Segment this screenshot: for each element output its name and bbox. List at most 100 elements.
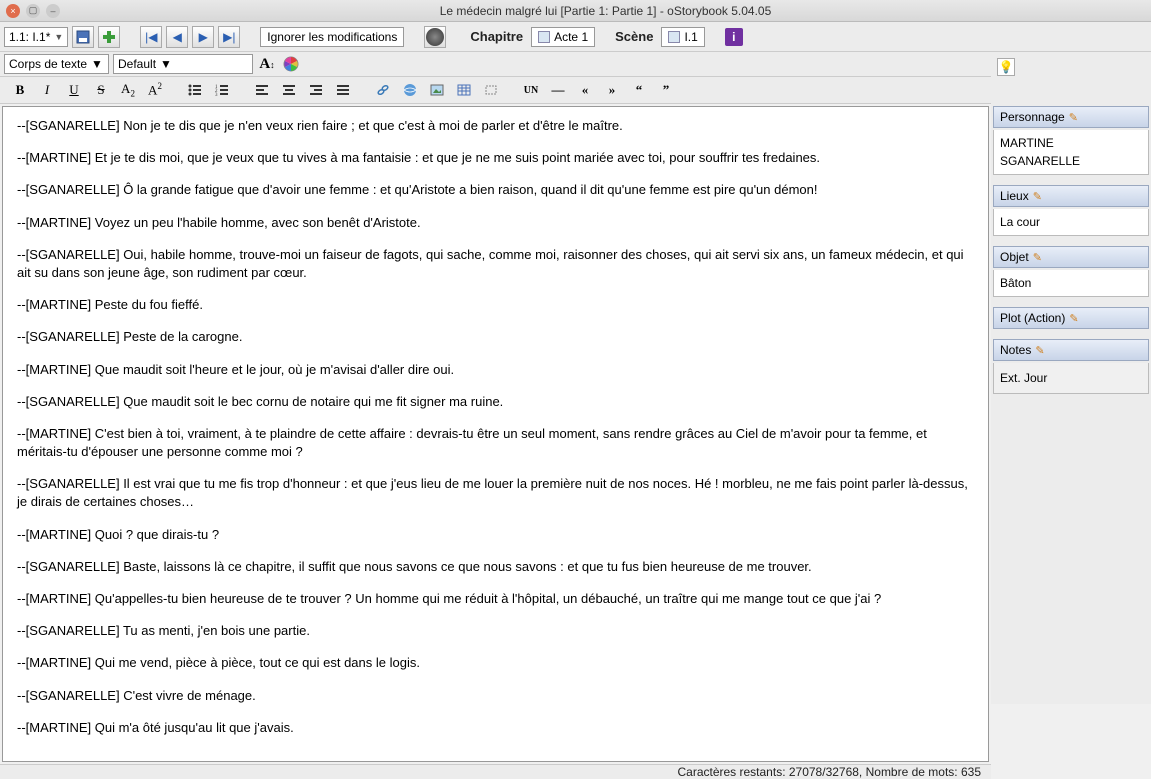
link-icon [376, 83, 390, 97]
objet-panel-body: Bâton [993, 270, 1149, 297]
laquo-button[interactable]: « [573, 79, 597, 101]
nav-prev-button[interactable]: ◀ [166, 26, 188, 48]
save-icon [76, 30, 90, 44]
raquo-icon: » [609, 82, 616, 98]
personnage-item[interactable]: MARTINE [1000, 134, 1142, 152]
info-button[interactable]: i [725, 28, 743, 46]
strike-icon: S [97, 82, 104, 98]
save-button[interactable] [72, 26, 94, 48]
status-bar: Caractères restants: 27078/32768, Nombre… [0, 764, 991, 779]
window-maximize-button[interactable]: ▢ [26, 4, 40, 18]
editor-paragraph: --[SGANARELLE] Tu as menti, j'en bois un… [17, 622, 974, 640]
font-color-button[interactable] [281, 54, 301, 74]
bold-icon: B [16, 82, 25, 98]
lieux-item[interactable]: La cour [1000, 213, 1142, 231]
globe-button[interactable] [424, 26, 446, 48]
chevron-down-icon: ▼ [54, 32, 63, 42]
paragraph-style-selector[interactable]: Corps de texte ▼ [4, 54, 109, 74]
font-size-button[interactable]: A↕ [257, 54, 277, 74]
sidebar: 💡 Personnage ✎ MARTINE SGANARELLE Lieux … [991, 52, 1151, 704]
underline-icon: U [69, 82, 78, 98]
italic-button[interactable]: I [35, 79, 59, 101]
editor-paragraph: --[MARTINE] Que maudit soit l'heure et l… [17, 361, 974, 379]
window-minimize-button[interactable]: – [46, 4, 60, 18]
superscript-button[interactable]: A2 [143, 79, 167, 101]
scene-chip[interactable]: I.1 [661, 27, 704, 47]
subscript-icon: A2 [121, 81, 135, 99]
bullet-list-button[interactable] [183, 79, 207, 101]
editor-paragraph: --[MARTINE] Peste du fou fieffé. [17, 296, 974, 314]
plus-icon [102, 30, 116, 44]
dash-button[interactable]: — [546, 79, 570, 101]
lieux-panel-body: La cour [993, 209, 1149, 236]
svg-text:3: 3 [215, 93, 218, 97]
align-right-icon [309, 83, 323, 97]
external-link-button[interactable] [398, 79, 422, 101]
objet-panel-header[interactable]: Objet ✎ [993, 246, 1149, 268]
main-area: Corps de texte ▼ Default ▼ A↕ B I U S A2… [0, 52, 1151, 704]
chapter-chip[interactable]: Acte 1 [531, 27, 595, 47]
notes-panel-body[interactable]: Ext. Jour [993, 363, 1149, 394]
document-icon [668, 31, 680, 43]
lieux-panel-header[interactable]: Lieux ✎ [993, 185, 1149, 207]
personnage-panel-header[interactable]: Personnage ✎ [993, 106, 1149, 128]
scene-value: I.1 [684, 30, 697, 44]
font-size-icon: A↕ [259, 56, 274, 73]
nav-next-button[interactable]: ▶ [192, 26, 214, 48]
ignore-modifications-button[interactable]: Ignorer les modifications [260, 27, 404, 47]
lieux-title: Lieux [1000, 189, 1029, 203]
ldquo-button[interactable]: “ [627, 79, 651, 101]
bulb-icon: 💡 [999, 60, 1014, 74]
font-family-selector[interactable]: Default ▼ [113, 54, 253, 74]
numbered-list-button[interactable]: 123 [210, 79, 234, 101]
underline-button[interactable]: U [62, 79, 86, 101]
subscript-button[interactable]: A2 [116, 79, 140, 101]
editor-textarea[interactable]: --[SGANARELLE] Non je te dis que je n'en… [3, 107, 988, 761]
editor-paragraph: --[SGANARELLE] Que maudit soit le bec co… [17, 393, 974, 411]
font-family-value: Default [118, 57, 156, 71]
sidebar-top: 💡 [993, 54, 1149, 104]
image-button[interactable] [425, 79, 449, 101]
window-close-button[interactable]: × [6, 4, 20, 18]
align-right-button[interactable] [304, 79, 328, 101]
align-left-button[interactable] [250, 79, 274, 101]
ldquo-icon: “ [636, 82, 643, 98]
editor-paragraph: --[MARTINE] Qu'appelles-tu bien heureuse… [17, 590, 974, 608]
raquo-button[interactable]: » [600, 79, 624, 101]
table-button[interactable] [452, 79, 476, 101]
add-button[interactable] [98, 26, 120, 48]
location-selector[interactable]: 1.1: I.1* ▼ [4, 27, 68, 47]
objet-item[interactable]: Bâton [1000, 274, 1142, 292]
pencil-icon: ✎ [1033, 251, 1042, 264]
rdquo-button[interactable]: ” [654, 79, 678, 101]
location-value: 1.1: I.1* [9, 30, 50, 44]
nav-last-button[interactable]: ▶| [218, 26, 240, 48]
editor-container: --[SGANARELLE] Non je te dis que je n'en… [2, 106, 989, 762]
notes-panel-header[interactable]: Notes ✎ [993, 339, 1149, 361]
link-button[interactable] [371, 79, 395, 101]
nav-first-button[interactable]: |◀ [140, 26, 162, 48]
italic-icon: I [45, 82, 49, 98]
plot-panel-header[interactable]: Plot (Action) ✎ [993, 307, 1149, 329]
editor-paragraph: --[MARTINE] Qui m'a ôté jusqu'au lit que… [17, 719, 974, 737]
editor-paragraph: --[MARTINE] Voyez un peu l'habile homme,… [17, 214, 974, 232]
window-titlebar: × ▢ – Le médecin malgré lui [Partie 1: P… [0, 0, 1151, 22]
superscript-icon: A2 [148, 81, 162, 98]
bold-button[interactable]: B [8, 79, 32, 101]
color-wheel-icon [283, 56, 299, 72]
align-justify-button[interactable] [331, 79, 355, 101]
special-char-button[interactable] [479, 79, 503, 101]
window-title: Le médecin malgré lui [Partie 1: Partie … [66, 4, 1145, 18]
uni-button[interactable]: UN [519, 79, 543, 101]
rdquo-icon: ” [663, 82, 670, 98]
bullet-list-icon [188, 83, 202, 97]
strikethrough-button[interactable]: S [89, 79, 113, 101]
image-icon [430, 83, 444, 97]
idea-button[interactable]: 💡 [997, 58, 1015, 76]
pencil-icon: ✎ [1035, 344, 1044, 357]
personnage-item[interactable]: SGANARELLE [1000, 152, 1142, 170]
table-icon [457, 83, 471, 97]
main-toolbar: 1.1: I.1* ▼ |◀ ◀ ▶ ▶| Ignorer les modifi… [0, 22, 1151, 52]
align-justify-icon [336, 83, 350, 97]
align-center-button[interactable] [277, 79, 301, 101]
